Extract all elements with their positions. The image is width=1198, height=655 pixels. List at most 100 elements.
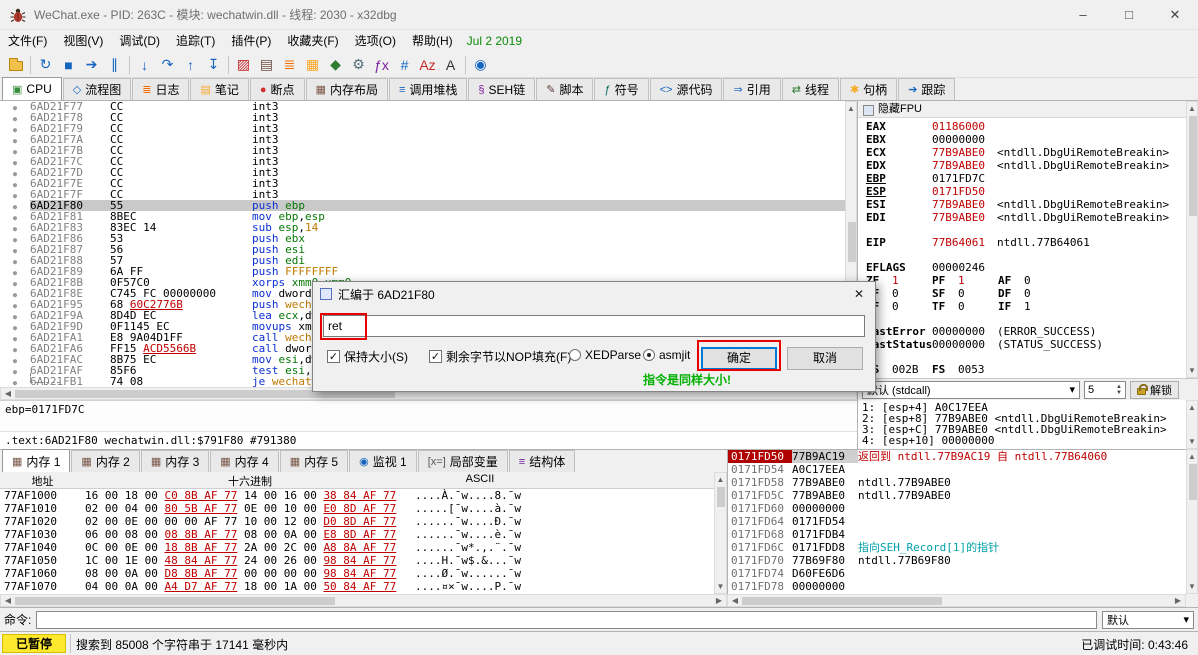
register-row[interactable]: EIP77B64061ntdll.77B64061 xyxy=(858,236,1198,249)
patches-icon[interactable]: ▨ xyxy=(232,54,255,76)
stack-row[interactable]: 0171FD680171FDB4 xyxy=(728,528,1186,541)
scroll-thumb[interactable] xyxy=(848,222,856,262)
register-row[interactable]: OF0SF0DF0 xyxy=(858,287,1198,300)
tab-dump-5[interactable]: ▦内存 5 xyxy=(280,450,348,472)
tab-call-stack[interactable]: ≡调用堆栈 xyxy=(389,78,467,100)
disasm-row[interactable]: ●6AD21F7ECCint3 xyxy=(0,178,845,189)
scroll-left-arrow[interactable]: ◀ xyxy=(729,595,741,606)
calling-convention-select[interactable]: 默认 (stdcall) ▾ xyxy=(862,381,1080,399)
scroll-down-arrow[interactable]: ▼ xyxy=(715,581,726,592)
tab-breakpoints[interactable]: ●断点 xyxy=(250,78,305,100)
arguments-vscrollbar[interactable]: ▲ ▼ xyxy=(1186,400,1198,449)
command-input[interactable] xyxy=(36,611,1097,629)
register-row[interactable]: EDI77B9ABE0<ntdll.DbgUiRemoteBreakin> xyxy=(858,211,1198,224)
notes-icon[interactable]: ▦ xyxy=(301,54,324,76)
disasm-row[interactable]: ●6AD21F8756push esi xyxy=(0,244,845,255)
stack-row[interactable]: 0171FD640171FD54 xyxy=(728,515,1186,528)
memory-map-icon[interactable]: ▤ xyxy=(255,54,278,76)
register-value[interactable]: 0171FD7C xyxy=(932,172,985,185)
scroll-thumb[interactable] xyxy=(742,597,942,605)
step-over-icon[interactable]: ↷ xyxy=(156,54,179,76)
stack-row[interactable]: 0171FD5C77B9ABE0ntdll.77B9ABE0 xyxy=(728,489,1186,502)
scroll-down-arrow[interactable]: ▼ xyxy=(1187,581,1197,592)
tab-script[interactable]: ✎脚本 xyxy=(536,78,593,100)
memory-row[interactable]: 77AF107004 00 0A 00 A4 D7 AF 77 18 00 1A… xyxy=(0,580,714,593)
flag-value[interactable]: 1 xyxy=(1024,300,1064,313)
argument-row[interactable]: 4: [esp+10] 00000000 xyxy=(862,435,1182,446)
font-icon[interactable]: A xyxy=(439,54,462,76)
minimize-button[interactable]: – xyxy=(1060,0,1106,30)
register-row[interactable]: EBX00000000 xyxy=(858,133,1198,146)
register-row[interactable]: ZF1PF1AF0 xyxy=(858,274,1198,287)
stack-value[interactable]: 00000000 xyxy=(792,502,858,515)
scroll-up-arrow[interactable]: ▲ xyxy=(1187,451,1197,462)
stop-icon[interactable]: ■ xyxy=(57,54,80,76)
memory-row[interactable]: 77AF100016 00 18 00 C0 8B AF 77 14 00 16… xyxy=(0,489,714,502)
register-value[interactable]: 01186000 xyxy=(932,120,985,133)
flag-value[interactable]: 0 xyxy=(958,300,998,313)
stack-value[interactable]: 0171FD54 xyxy=(792,515,858,528)
breakpoint-gutter[interactable]: ● xyxy=(0,378,30,387)
stack-value[interactable]: 77B9AC19 xyxy=(792,450,858,463)
menu-favourites[interactable]: 收藏夹(F) xyxy=(279,30,346,52)
stack-row[interactable]: 0171FD6C0171FDD8指向SEH_Record[1]的指针 xyxy=(728,541,1186,554)
tab-symbols[interactable]: ƒ符号 xyxy=(594,78,648,100)
stack-value[interactable]: A0C17EEA xyxy=(792,463,858,476)
scroll-up-arrow[interactable]: ▲ xyxy=(715,474,726,485)
memory-row[interactable]: 77AF10400C 00 0E 00 18 8B AF 77 2A 00 2C… xyxy=(0,541,714,554)
open-file-icon[interactable] xyxy=(4,54,27,76)
register-row[interactable]: EAX01186000 xyxy=(858,120,1198,133)
register-value[interactable]: 77B9ABE0 xyxy=(932,159,985,172)
disasm-row[interactable]: ●6AD21F79CCint3 xyxy=(0,123,845,134)
tab-trace[interactable]: ➔跟踪 xyxy=(898,78,955,100)
maximize-button[interactable]: □ xyxy=(1106,0,1152,30)
stack-value[interactable]: 0171FDD8 xyxy=(792,541,858,554)
memory-row[interactable]: 77AF101002 00 04 00 80 5B AF 77 0E 00 10… xyxy=(0,502,714,515)
tab-dump-1[interactable]: ▦内存 1 xyxy=(2,449,70,472)
step-into-icon[interactable]: ↓ xyxy=(133,54,156,76)
register-row[interactable]: ECX77B9ABE0<ntdll.DbgUiRemoteBreakin> xyxy=(858,146,1198,159)
stack-value[interactable]: 77B9ABE0 xyxy=(792,476,858,489)
keep-size-checkbox[interactable]: ✓ 保持大小(S) xyxy=(327,348,408,365)
fill-nop-checkbox[interactable]: ✓ 剩余字节以NOP填充(F) xyxy=(429,348,571,365)
close-button[interactable]: ✕ xyxy=(1152,0,1198,30)
flag-value[interactable]: 0 xyxy=(958,287,998,300)
disasm-row[interactable]: ●6AD21F8653push ebx xyxy=(0,233,845,244)
register-value[interactable]: 77B9ABE0 xyxy=(932,146,985,159)
flag-value[interactable]: 1 xyxy=(958,274,998,287)
memory-vscrollbar[interactable]: ▲ ▼ xyxy=(714,472,727,594)
register-row[interactable]: LastStatus00000000(STATUS_SUCCESS) xyxy=(858,338,1198,351)
unlock-button[interactable]: 解锁 xyxy=(1130,381,1179,399)
scroll-up-arrow[interactable]: ▲ xyxy=(1187,103,1197,114)
search-icon[interactable]: ◉ xyxy=(469,54,492,76)
scroll-thumb[interactable] xyxy=(717,487,725,507)
register-row[interactable]: ESP0171FD50 xyxy=(858,185,1198,198)
flag-value[interactable]: 002B xyxy=(892,363,932,376)
disasm-row[interactable]: ●6AD21F7BCCint3 xyxy=(0,145,845,156)
tab-dump-2[interactable]: ▦内存 2 xyxy=(71,450,139,472)
asmjit-radio[interactable]: asmjit xyxy=(643,348,690,362)
tab-cpu[interactable]: ▣CPU xyxy=(2,77,62,100)
memory-hscrollbar[interactable]: ◀ ▶ xyxy=(0,594,727,607)
hash-icon[interactable]: # xyxy=(393,54,416,76)
ok-button[interactable]: 确定 xyxy=(701,347,777,370)
disasm-row[interactable]: ●6AD21F8383EC 14sub esp,14 xyxy=(0,222,845,233)
disasm-row[interactable]: ●6AD21F77CCint3 xyxy=(0,101,845,112)
menu-view[interactable]: 视图(V) xyxy=(55,30,111,52)
az-icon[interactable]: Az xyxy=(416,54,439,76)
flag-value[interactable]: 0 xyxy=(892,300,932,313)
restart-icon[interactable]: ↻ xyxy=(34,54,57,76)
stack-value[interactable]: 77B9ABE0 xyxy=(792,489,858,502)
shield-icon[interactable]: ◆ xyxy=(324,54,347,76)
register-row[interactable]: EBP0171FD7C xyxy=(858,172,1198,185)
stack-hscrollbar[interactable]: ◀ ▶ xyxy=(727,594,1186,607)
tab-dump-4[interactable]: ▦内存 4 xyxy=(210,450,278,472)
stack-panel[interactable]: 0171FD5077B9AC19返回到 ntdll.77B9AC19 自 ntd… xyxy=(727,449,1186,594)
menu-file[interactable]: 文件(F) xyxy=(0,30,55,52)
register-value[interactable]: 00000246 xyxy=(932,261,985,274)
stack-value[interactable]: 00000000 xyxy=(792,580,858,593)
tab-references[interactable]: ⇒引用 xyxy=(723,78,780,100)
tab-memory-map[interactable]: ▦内存布局 xyxy=(306,78,388,100)
scroll-down-arrow[interactable]: ▼ xyxy=(1187,436,1197,447)
scroll-up-arrow[interactable]: ▲ xyxy=(1187,402,1197,413)
